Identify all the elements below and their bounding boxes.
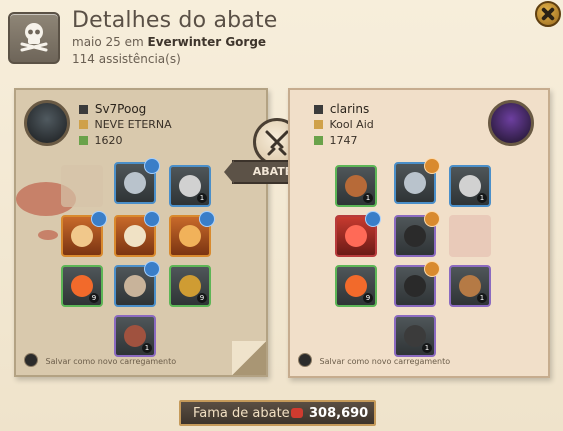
- boots-slot[interactable]: [394, 261, 440, 307]
- quality-badge-icon: [424, 211, 440, 227]
- quality-badge-icon: [91, 211, 107, 227]
- kill-fame-value: 308,690: [309, 406, 369, 421]
- player-icon: [79, 105, 88, 114]
- food-slot[interactable]: 1: [449, 265, 491, 307]
- armor-slot[interactable]: [114, 211, 160, 257]
- empty-slot: [449, 215, 491, 257]
- empty-slot: [61, 165, 103, 207]
- item-power-icon: [314, 136, 323, 145]
- victim-guild: Kool Aid: [314, 118, 374, 131]
- mount-slot[interactable]: 1: [394, 315, 436, 357]
- kill-location: Everwinter Gorge: [147, 35, 267, 49]
- save-loadout-left[interactable]: Salvar como novo carregamento: [24, 353, 176, 367]
- killer-name: Sv7Poog: [79, 102, 146, 116]
- victim-avatar[interactable]: [488, 100, 534, 146]
- assist-count: 114: [72, 52, 95, 66]
- guild-icon: [314, 120, 323, 129]
- save-icon: [24, 353, 38, 367]
- blood-splatter: [38, 230, 58, 240]
- bag-slot[interactable]: 1: [335, 165, 377, 207]
- helmet-icon: [124, 172, 146, 194]
- kill-details-window: Detalhes do abate maio 25 em Everwinter …: [0, 0, 563, 431]
- victim-panel: clarins Kool Aid 1747 1 1 9 1 1 Salvar c…: [288, 88, 550, 378]
- fame-icon: [291, 408, 303, 418]
- save-icon: [298, 353, 312, 367]
- quality-badge-icon: [365, 211, 381, 227]
- close-button[interactable]: [535, 1, 561, 27]
- save-loadout-right[interactable]: Salvar como novo carregamento: [298, 353, 450, 367]
- food-slot[interactable]: 9: [169, 265, 211, 307]
- armor-slot[interactable]: [394, 211, 440, 257]
- cape-slot[interactable]: 1: [169, 165, 211, 207]
- quality-badge-icon: [144, 158, 160, 174]
- quality-badge-icon: [199, 211, 215, 227]
- weapon-slot[interactable]: [335, 211, 381, 257]
- quality-badge-icon: [144, 211, 160, 227]
- kill-fame-bar: Fama de abate 308,690: [179, 400, 376, 426]
- kill-date: maio 25 em: [72, 35, 144, 49]
- boots-slot[interactable]: [114, 261, 160, 307]
- helmet-icon: [404, 172, 426, 194]
- quality-badge-icon: [424, 158, 440, 174]
- assist-line: 114 assistência(s): [72, 52, 181, 66]
- potion-slot[interactable]: 9: [61, 265, 103, 307]
- page-fold: [232, 341, 266, 375]
- victim-item-power: 1747: [314, 134, 358, 147]
- victim-name: clarins: [314, 102, 369, 116]
- boots-icon: [404, 275, 426, 297]
- quality-badge-icon: [144, 261, 160, 277]
- killer-avatar[interactable]: [24, 100, 70, 146]
- mount-slot[interactable]: 1: [114, 315, 156, 357]
- kill-fame-label: Fama de abate: [193, 406, 290, 421]
- assist-label: assistência(s): [98, 52, 181, 66]
- helmet-slot[interactable]: [114, 158, 160, 204]
- armor-icon: [404, 225, 426, 247]
- boots-icon: [124, 275, 146, 297]
- page-title: Detalhes do abate: [72, 8, 278, 33]
- offhand-slot[interactable]: [169, 211, 215, 257]
- weapon-icon: [345, 225, 367, 247]
- guild-icon: [79, 120, 88, 129]
- offhand-icon: [179, 225, 201, 247]
- weapon-icon: [71, 225, 93, 247]
- cape-slot[interactable]: 1: [449, 165, 491, 207]
- killer-guild: NEVE ETERNA: [79, 118, 172, 131]
- item-power-icon: [79, 136, 88, 145]
- killer-panel: Sv7Poog NEVE ETERNA 1620 1 9 9 1 Salvar …: [14, 88, 268, 377]
- armor-icon: [124, 225, 146, 247]
- weapon-slot[interactable]: [61, 211, 107, 257]
- potion-slot[interactable]: 9: [335, 265, 377, 307]
- kill-date-location: maio 25 em Everwinter Gorge: [72, 35, 266, 49]
- quality-badge-icon: [424, 261, 440, 277]
- killer-item-power: 1620: [79, 134, 123, 147]
- player-icon: [314, 105, 323, 114]
- skull-crossbones-icon: [8, 12, 60, 64]
- helmet-slot[interactable]: [394, 158, 440, 204]
